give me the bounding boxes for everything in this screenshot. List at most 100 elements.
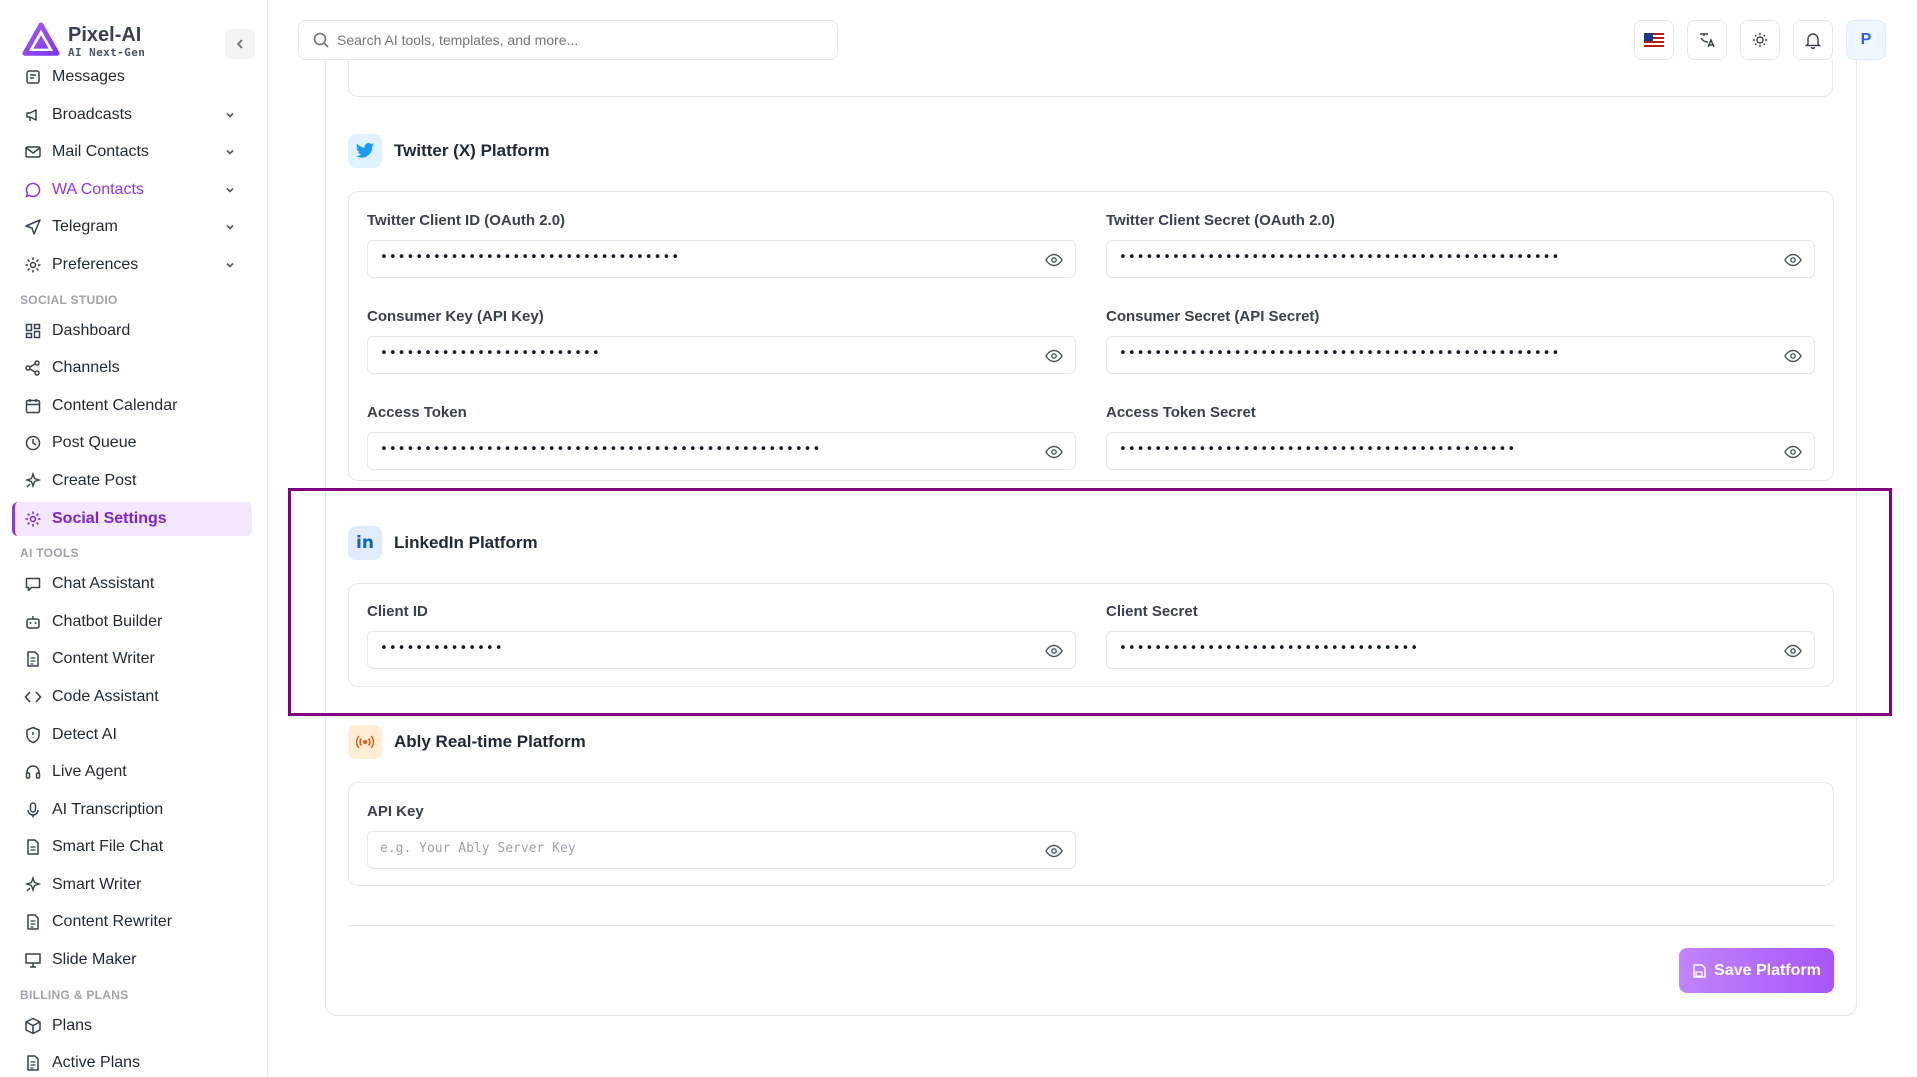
access-token-secret-label: Access Token Secret bbox=[1106, 404, 1256, 421]
sidebar-item-label: Dashboard bbox=[52, 321, 131, 339]
show-password-icon[interactable] bbox=[1784, 444, 1802, 460]
bell-icon bbox=[1805, 33, 1821, 49]
sidebar-item-label: Live Agent bbox=[52, 763, 127, 781]
mail-icon bbox=[24, 143, 42, 161]
sidebar-item-plans[interactable]: Plans bbox=[12, 1009, 252, 1043]
show-password-icon[interactable] bbox=[1784, 252, 1802, 268]
sidebar-item-channels[interactable]: Channels bbox=[12, 351, 252, 385]
access-token-label: Access Token bbox=[367, 404, 467, 421]
sidebar-item-label: Active Plans bbox=[52, 1054, 141, 1072]
sidebar-item-label: Broadcasts bbox=[52, 105, 133, 123]
footer-divider bbox=[348, 925, 1834, 926]
show-password-icon[interactable] bbox=[1045, 252, 1063, 268]
chevron-down-icon bbox=[224, 258, 236, 276]
sidebar-item-label: Detect AI bbox=[52, 725, 117, 743]
consumer-key-api-key-field bbox=[367, 336, 1076, 374]
sidebar-item-post-queue[interactable]: Post Queue bbox=[12, 426, 252, 460]
language-button[interactable] bbox=[1634, 20, 1674, 60]
sidebar-item-code-assistant[interactable]: Code Assistant bbox=[12, 680, 252, 714]
sidebar: Messages Broadcasts Mail Contacts WA Contac… bbox=[0, 0, 268, 1077]
sidebar-item-broadcasts[interactable]: Broadcasts bbox=[12, 98, 252, 132]
sidebar-item-messages[interactable]: Messages bbox=[12, 60, 252, 94]
consumer-secret-api-secret-input[interactable] bbox=[1119, 346, 1759, 361]
section-billing-plans: BILLING & PLANS bbox=[20, 987, 129, 1002]
gear-icon bbox=[24, 510, 42, 528]
twitter-client-secret-oauth-2-0-field bbox=[1106, 240, 1815, 278]
consumer-secret-api-secret-label: Consumer Secret (API Secret) bbox=[1106, 308, 1320, 325]
translate-button[interactable] bbox=[1687, 20, 1727, 60]
twitter-client-id-oauth-2-0-label: Twitter Client ID (OAuth 2.0) bbox=[367, 212, 566, 229]
show-password-icon[interactable] bbox=[1045, 843, 1063, 859]
sidebar-item-social-settings[interactable]: Social Settings bbox=[12, 501, 252, 536]
message-icon bbox=[24, 68, 42, 86]
theme-toggle-button[interactable] bbox=[1740, 20, 1780, 60]
search-input[interactable] bbox=[337, 32, 817, 48]
chat-icon bbox=[24, 575, 42, 593]
sidebar-item-content-rewriter[interactable]: Content Rewriter bbox=[12, 905, 252, 939]
access-token-secret-field bbox=[1106, 432, 1815, 470]
microphone-icon bbox=[24, 801, 42, 819]
sidebar-item-slide-maker[interactable]: Slide Maker bbox=[12, 943, 252, 977]
code-icon bbox=[24, 688, 42, 706]
calendar-icon bbox=[24, 397, 42, 415]
sidebar-item-active-plans[interactable]: Active Plans bbox=[12, 1046, 252, 1077]
search-box[interactable] bbox=[298, 20, 838, 60]
save-platform-button[interactable]: Save Platform bbox=[1679, 948, 1834, 993]
sidebar-item-mail-contacts[interactable]: Mail Contacts bbox=[12, 135, 252, 169]
chevron-left-icon bbox=[236, 39, 243, 49]
sidebar-item-label: Slide Maker bbox=[52, 951, 137, 969]
gear-icon bbox=[24, 256, 42, 274]
access-token-field bbox=[367, 432, 1076, 470]
show-password-icon[interactable] bbox=[1045, 348, 1063, 364]
sidebar-item-ai-transcription[interactable]: AI Transcription bbox=[12, 793, 252, 827]
consumer-key-api-key-label: Consumer Key (API Key) bbox=[367, 308, 544, 325]
access-token-input[interactable] bbox=[380, 442, 1020, 457]
collapse-sidebar-button[interactable] bbox=[225, 29, 255, 59]
access-token-secret-input[interactable] bbox=[1119, 442, 1759, 457]
send-icon bbox=[24, 218, 42, 236]
sidebar-item-preferences[interactable]: Preferences bbox=[12, 248, 252, 282]
sidebar-item-smart-writer[interactable]: Smart Writer bbox=[12, 868, 252, 902]
show-password-icon[interactable] bbox=[1784, 348, 1802, 364]
document-icon bbox=[24, 650, 42, 668]
sidebar-item-label: Post Queue bbox=[52, 434, 137, 452]
twitter-client-secret-oauth-2-0-input[interactable] bbox=[1119, 250, 1759, 265]
sidebar-item-live-agent[interactable]: Live Agent bbox=[12, 755, 252, 789]
sidebar-item-label: Content Rewriter bbox=[52, 913, 173, 931]
sidebar-item-chatbot-builder[interactable]: Chatbot Builder bbox=[12, 605, 252, 639]
sidebar-item-label: Mail Contacts bbox=[52, 143, 149, 161]
sidebar-item-create-post[interactable]: Create Post bbox=[12, 464, 252, 498]
sidebar-item-content-writer[interactable]: Content Writer bbox=[12, 642, 252, 676]
sidebar-item-content-calendar[interactable]: Content Calendar bbox=[12, 389, 252, 423]
us-flag-icon bbox=[1644, 33, 1664, 47]
brand-logo-icon bbox=[22, 22, 60, 56]
document-icon bbox=[24, 913, 42, 931]
sidebar-item-wa-contacts[interactable]: WA Contacts bbox=[12, 173, 252, 207]
sidebar-item-smart-file-chat[interactable]: Smart File Chat bbox=[12, 830, 252, 864]
megaphone-icon bbox=[24, 106, 42, 124]
consumer-secret-api-secret-field bbox=[1106, 336, 1815, 374]
sidebar-item-chat-assistant[interactable]: Chat Assistant bbox=[12, 567, 252, 601]
twitter-client-id-oauth-2-0-input[interactable] bbox=[380, 250, 1020, 265]
api-key-input[interactable] bbox=[380, 841, 1020, 856]
consumer-key-api-key-input[interactable] bbox=[380, 346, 1020, 361]
sidebar-item-label: Smart File Chat bbox=[52, 838, 164, 856]
brand[interactable]: Pixel-AI AI Next-Gen bbox=[22, 22, 145, 60]
show-password-icon[interactable] bbox=[1045, 444, 1063, 460]
sidebar-item-detect-ai[interactable]: Detect AI bbox=[12, 718, 252, 752]
chevron-down-icon bbox=[224, 183, 236, 201]
api-key-field bbox=[367, 831, 1076, 869]
sidebar-item-label: WA Contacts bbox=[52, 180, 144, 198]
avatar[interactable]: P bbox=[1846, 20, 1886, 60]
chevron-down-icon bbox=[224, 145, 236, 163]
twitter-client-secret-oauth-2-0-label: Twitter Client Secret (OAuth 2.0) bbox=[1106, 212, 1335, 229]
sidebar-item-dashboard[interactable]: Dashboard bbox=[12, 314, 252, 348]
linkedin-highlight-box bbox=[288, 488, 1892, 716]
notifications-button[interactable] bbox=[1793, 20, 1833, 60]
sidebar-item-label: Messages bbox=[52, 68, 125, 85]
save-platform-label: Save Platform bbox=[1714, 961, 1821, 979]
sidebar-item-telegram[interactable]: Telegram bbox=[12, 210, 252, 244]
sidebar-item-label: AI Transcription bbox=[52, 800, 164, 818]
chevron-down-icon bbox=[224, 220, 236, 238]
chat-bubble-icon bbox=[24, 181, 42, 199]
